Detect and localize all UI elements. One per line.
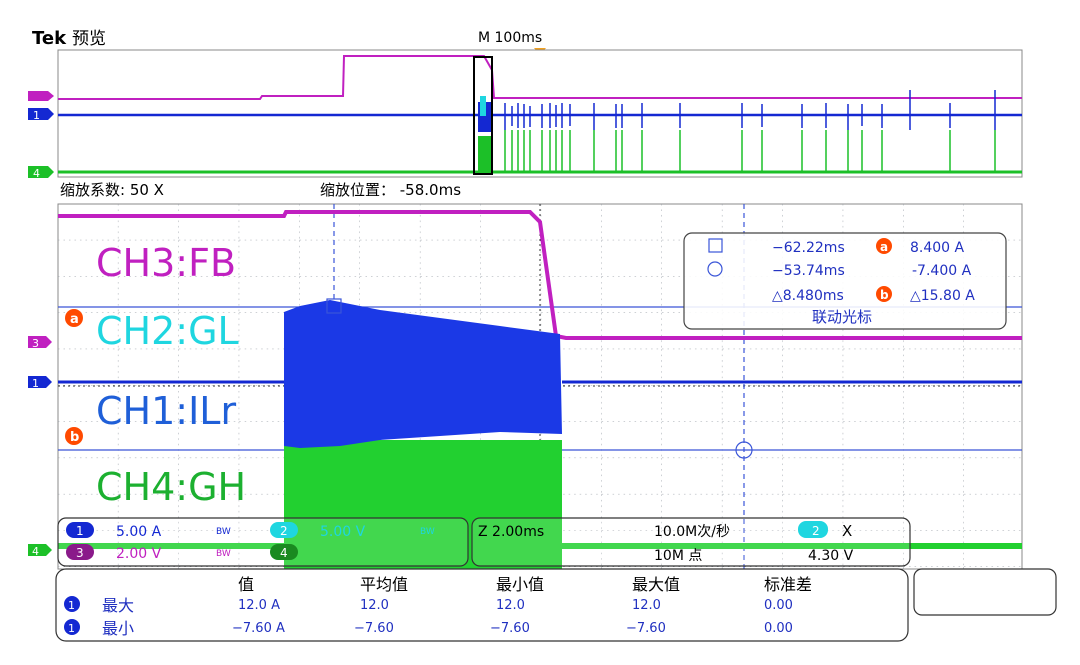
svg-text:−7.60 A: −7.60 A bbox=[232, 621, 285, 636]
cursor-delta-value: △15.80 A bbox=[910, 288, 975, 304]
svg-text:1: 1 bbox=[32, 377, 39, 390]
svg-text:0.00: 0.00 bbox=[764, 598, 793, 613]
svg-text:3: 3 bbox=[32, 337, 39, 350]
ch2-scale: 5.00 V bbox=[320, 524, 366, 540]
ch3-scale: 2.00 V bbox=[116, 546, 162, 562]
svg-text:1: 1 bbox=[76, 524, 84, 538]
cursor-a-value: 8.400 A bbox=[910, 240, 965, 256]
cursor-b-value: -7.400 A bbox=[912, 263, 972, 279]
meas-header-mean: 平均值 bbox=[360, 575, 408, 594]
trigger-level: 4.30 V bbox=[808, 548, 854, 564]
svg-text:a: a bbox=[70, 312, 79, 327]
brand-logo: Tek bbox=[32, 28, 67, 49]
svg-text:12.0: 12.0 bbox=[360, 598, 389, 613]
overview-ch1-marker bbox=[28, 108, 54, 120]
svg-text:−7.60: −7.60 bbox=[490, 621, 530, 636]
overview-pane: 1 4 bbox=[28, 49, 1023, 180]
cursor-1-time: −62.22ms bbox=[772, 240, 845, 256]
sample-rate: 10.0M次/秒 bbox=[654, 524, 730, 540]
svg-text:3: 3 bbox=[76, 546, 84, 560]
ch2-name-label: CH2:GL bbox=[96, 309, 239, 353]
ch1-scale: 5.00 A bbox=[116, 524, 162, 540]
acquisition-strip[interactable]: Z 2.00ms 10.0M次/秒 10M 点 2 X 4.30 V bbox=[471, 517, 911, 567]
zoom-position-label: 缩放位置： -58.0ms bbox=[320, 181, 461, 199]
record-length: 10M 点 bbox=[654, 548, 702, 564]
linked-cursors-label: 联动光标 bbox=[812, 308, 872, 326]
svg-text:0.00: 0.00 bbox=[764, 621, 793, 636]
ch1-bw-icon: BW bbox=[216, 527, 231, 537]
zoom-factor-label: 缩放系数: 50 X bbox=[60, 181, 164, 199]
svg-text:1: 1 bbox=[33, 109, 40, 122]
overview-ch4-marker bbox=[28, 166, 54, 178]
overview-ch3-marker bbox=[28, 91, 54, 101]
channel-settings-strip[interactable]: 1 5.00 A BW 2 5.00 V BW 3 2.00 V BW 4 bbox=[57, 517, 469, 567]
ch4-name-label: CH4:GH bbox=[96, 465, 246, 509]
svg-text:a: a bbox=[880, 240, 888, 254]
cursor-2-time: −53.74ms bbox=[772, 263, 845, 279]
timebase-readout: M 100ms bbox=[478, 30, 542, 46]
side-status-panel[interactable] bbox=[913, 568, 1057, 616]
svg-text:−7.60: −7.60 bbox=[354, 621, 394, 636]
oscilloscope-screen: Tek 预览 M 100ms 1 4 缩放系数: 50 X 缩放位置： -58.… bbox=[28, 28, 1057, 642]
svg-text:4: 4 bbox=[33, 167, 40, 180]
svg-text:12.0: 12.0 bbox=[632, 598, 661, 613]
meas-header-min: 最小值 bbox=[496, 575, 544, 594]
svg-text:1: 1 bbox=[68, 599, 75, 612]
cursor-readout-panel[interactable]: −62.22ms a 8.400 A −53.74ms -7.400 A △8.… bbox=[683, 232, 1007, 330]
svg-text:b: b bbox=[880, 288, 889, 302]
svg-text:2: 2 bbox=[812, 524, 820, 538]
ch3-name-label: CH3:FB bbox=[96, 241, 236, 285]
meas-row2-label: 最小 bbox=[102, 619, 134, 638]
svg-text:1: 1 bbox=[68, 622, 75, 635]
measurement-panel: 值 平均值 最小值 最大值 标准差 1 最大 12.0 A 12.0 12.0 … bbox=[55, 568, 909, 642]
ch2-bw-icon: BW bbox=[420, 527, 435, 537]
meas-header-stddev: 标准差 bbox=[764, 575, 812, 594]
svg-text:−7.60: −7.60 bbox=[626, 621, 666, 636]
meas-row1-label: 最大 bbox=[102, 596, 134, 615]
svg-text:b: b bbox=[70, 430, 79, 445]
trigger-slope-icon: X bbox=[842, 522, 852, 540]
cursor-delta-time: △8.480ms bbox=[772, 288, 844, 304]
svg-text:4: 4 bbox=[32, 545, 39, 558]
svg-text:2: 2 bbox=[280, 524, 288, 538]
svg-text:12.0: 12.0 bbox=[496, 598, 525, 613]
ch3-bw-icon: BW bbox=[216, 549, 231, 559]
meas-header-max: 最大值 bbox=[632, 575, 680, 594]
ch1-name-label: CH1:ILr bbox=[96, 389, 236, 433]
svg-text:4: 4 bbox=[280, 546, 288, 560]
svg-text:12.0 A: 12.0 A bbox=[238, 598, 280, 613]
horizontal-scale: Z 2.00ms bbox=[478, 524, 544, 540]
mode-label: 预览 bbox=[72, 29, 106, 49]
meas-header-value: 值 bbox=[238, 575, 254, 594]
